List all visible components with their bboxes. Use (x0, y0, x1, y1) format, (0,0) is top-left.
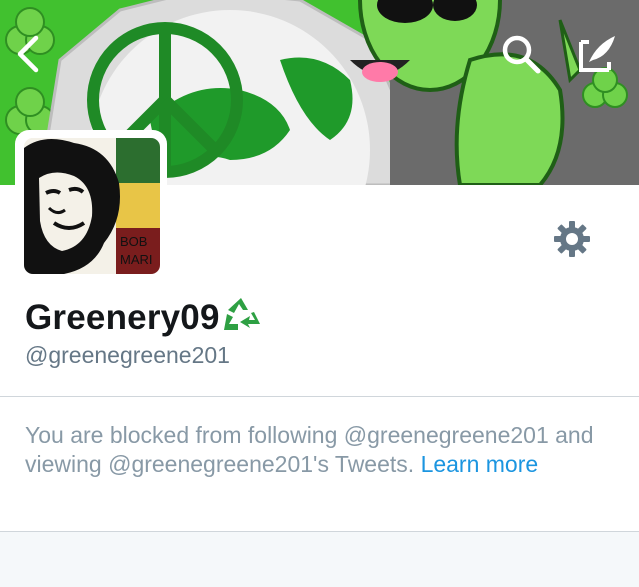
avatar-label-line1: BOB (120, 234, 147, 249)
settings-button[interactable] (546, 213, 598, 265)
back-button[interactable] (0, 26, 56, 82)
display-name: Greenery09 (25, 296, 261, 340)
blocked-notice: You are blocked from following @greenegr… (25, 421, 625, 478)
chevron-left-icon (17, 35, 39, 73)
learn-more-link[interactable]: Learn more (421, 451, 539, 477)
avatar-label-line2: MARI (120, 252, 153, 267)
avatar-frame[interactable]: BOB MARI (15, 130, 167, 282)
avatar-image: BOB MARI (24, 138, 160, 274)
search-icon (502, 35, 541, 74)
avatar[interactable]: BOB MARI (24, 138, 160, 274)
compose-button[interactable] (569, 26, 625, 82)
recycle-icon (223, 298, 260, 330)
display-name-text: Greenery09 (25, 298, 220, 337)
search-button[interactable] (493, 26, 549, 82)
compose-icon (579, 36, 615, 72)
section-divider (0, 396, 639, 397)
gear-icon (554, 221, 590, 257)
profile-handle: @greenegreene201 (25, 342, 230, 368)
timeline-background (0, 532, 639, 587)
